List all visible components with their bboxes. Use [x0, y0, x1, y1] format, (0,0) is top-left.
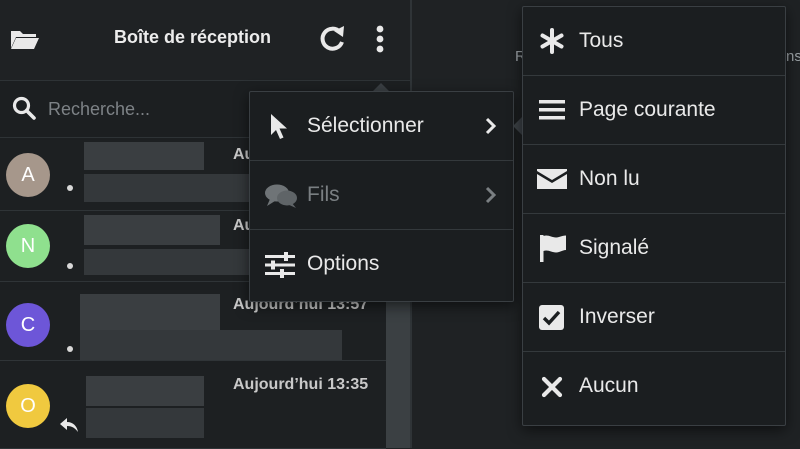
preview-text-fragment: ns — [786, 48, 800, 65]
menu-item-select-current-page[interactable]: Page courante — [523, 76, 785, 145]
avatar: A — [6, 153, 50, 197]
menu-item-options[interactable]: Options — [250, 230, 513, 299]
redacted-sender — [86, 376, 204, 406]
menu-item-threads: Fils — [250, 161, 513, 230]
menu-item-label: Options — [307, 252, 380, 275]
chevron-right-icon — [485, 186, 497, 204]
select-submenu: Tous Page courante Non lu Signalé Invers… — [522, 6, 786, 426]
menu-item-label: Aucun — [579, 374, 639, 397]
menu-item-select-flagged[interactable]: Signalé — [523, 214, 785, 283]
menu-item-select[interactable]: Sélectionner — [250, 92, 513, 161]
envelope-icon — [537, 169, 567, 189]
avatar-letter: C — [20, 313, 36, 336]
redacted-sender — [80, 294, 220, 330]
unread-dot — [67, 263, 73, 269]
folder-icon[interactable] — [10, 28, 40, 50]
menu-item-label: Non lu — [579, 167, 640, 190]
menu-item-invert-selection[interactable]: Inverser — [523, 283, 785, 352]
avatar: O — [6, 384, 50, 428]
redacted-sender — [84, 215, 220, 245]
scrollbar[interactable] — [386, 300, 410, 448]
avatar-letter: N — [20, 234, 36, 257]
more-vertical-icon[interactable] — [371, 24, 389, 54]
menu-item-label: Fils — [307, 183, 340, 206]
flag-icon — [540, 235, 566, 262]
page-title: Boîte de réception — [114, 27, 272, 47]
list-options-menu: Sélectionner Fils Options — [249, 91, 514, 302]
menu-item-select-all[interactable]: Tous — [523, 7, 785, 76]
menu-item-label: Sélectionner — [307, 114, 424, 137]
menu-item-label: Signalé — [579, 236, 650, 259]
reply-icon — [60, 418, 78, 432]
chevron-right-icon — [485, 117, 497, 135]
avatar: C — [6, 303, 50, 347]
menu-item-label: Inverser — [579, 305, 655, 328]
menu-item-label: Tous — [579, 29, 624, 52]
avatar-letter: O — [20, 394, 36, 417]
close-icon — [541, 376, 563, 398]
list-icon — [539, 100, 565, 120]
menu-item-select-unread[interactable]: Non lu — [523, 145, 785, 214]
submenu-caret — [513, 117, 522, 135]
menu-item-label: Page courante — [579, 98, 716, 121]
menu-item-select-none[interactable]: Aucun — [523, 352, 785, 421]
asterisk-icon — [540, 28, 564, 54]
list-header: Boîte de réception — [0, 0, 410, 81]
threads-icon — [265, 184, 297, 208]
unread-dot — [67, 185, 73, 191]
redacted-sender — [84, 142, 204, 170]
search-icon — [12, 96, 36, 120]
search-input[interactable] — [46, 95, 250, 123]
list-item[interactable]: O Aujourd’hui 13:35 — [0, 370, 386, 449]
sliders-icon — [265, 252, 295, 278]
pointer-icon — [271, 114, 287, 139]
avatar-letter: A — [21, 163, 35, 186]
checkbox-icon — [539, 305, 564, 330]
unread-dot — [67, 346, 73, 352]
redacted-subject — [86, 408, 204, 438]
message-date: Aujourd’hui 13:35 — [233, 376, 369, 393]
redacted-subject — [80, 330, 342, 360]
refresh-icon[interactable] — [318, 24, 348, 54]
avatar: N — [6, 224, 50, 268]
